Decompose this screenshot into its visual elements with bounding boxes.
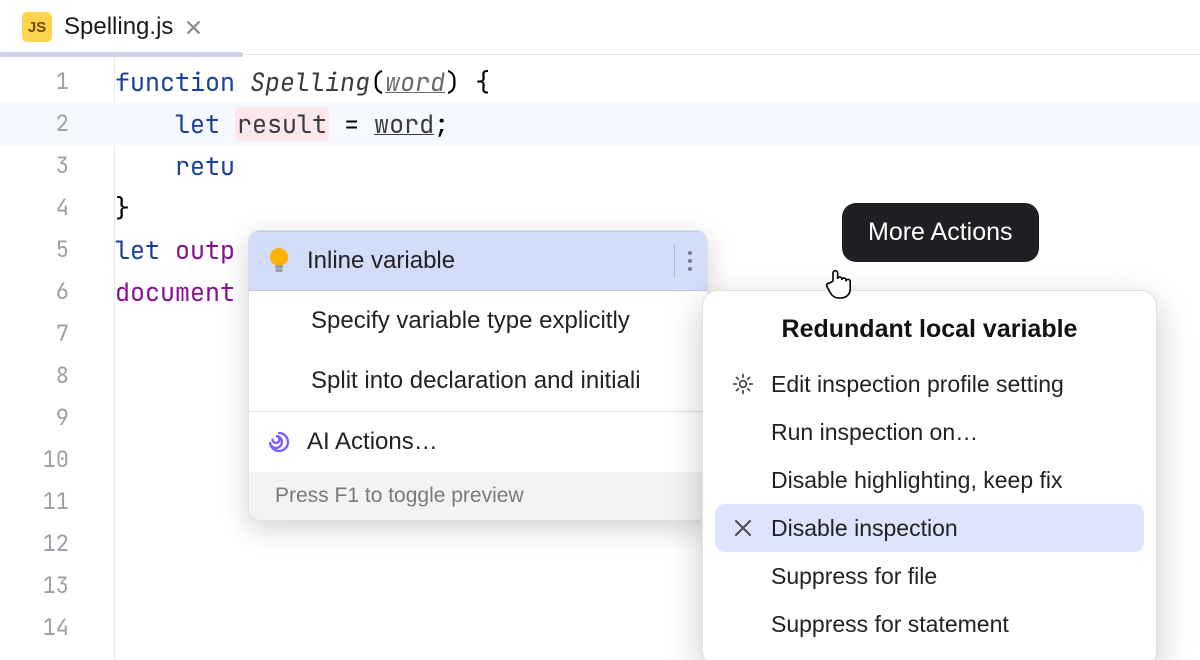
submenu-disable-highlighting[interactable]: Disable highlighting, keep fix — [715, 456, 1144, 504]
submenu-run-inspection[interactable]: Run inspection on… — [715, 408, 1144, 456]
editor-tab[interactable]: JS Spelling.js — [10, 0, 214, 54]
close-icon — [729, 514, 757, 542]
tab-title: Spelling.js — [64, 13, 173, 41]
line-number: 10 — [43, 439, 69, 481]
line-number: 8 — [56, 355, 69, 397]
line-number: 7 — [56, 313, 69, 355]
line-number: 12 — [43, 523, 69, 565]
intention-actions-popup: Inline variable Specify variable type ex… — [248, 230, 708, 521]
intention-item-label: Split into declaration and initiali — [311, 367, 641, 395]
javascript-file-icon: JS — [22, 12, 52, 42]
gutter-divider — [85, 55, 115, 660]
line-number: 4 — [56, 187, 69, 229]
code-line: retu — [115, 145, 1200, 187]
ai-actions-item[interactable]: AI Actions… — [249, 412, 707, 472]
line-number: 3 — [56, 145, 69, 187]
line-number: 2 — [56, 103, 69, 145]
close-icon[interactable] — [185, 19, 202, 36]
intention-item-split-declaration[interactable]: Split into declaration and initiali — [249, 351, 707, 411]
line-number: 1 — [56, 61, 69, 103]
code-line: function Spelling(word) { — [115, 61, 1200, 103]
ai-spiral-icon — [267, 430, 291, 454]
intention-item-inline-variable[interactable]: Inline variable — [249, 231, 707, 291]
gutter: 1 2 3 4 5 6 7 8 9 10 11 12 13 14 — [0, 55, 85, 660]
submenu-suppress-file[interactable]: Suppress for file — [715, 552, 1144, 600]
ai-actions-label: AI Actions… — [307, 428, 438, 456]
submenu-label: Run inspection on… — [771, 419, 978, 446]
code-line: let result = word; — [115, 103, 1200, 145]
submenu-suppress-statement[interactable]: Suppress for statement — [715, 600, 1144, 648]
submenu-disable-inspection[interactable]: Disable inspection — [715, 504, 1144, 552]
popup-footer-hint: Press F1 to toggle preview — [249, 472, 707, 520]
gear-icon — [729, 370, 757, 398]
line-number: 5 — [56, 229, 69, 271]
intention-item-specify-type[interactable]: Specify variable type explicitly — [249, 291, 707, 351]
tooltip-more-actions: More Actions — [842, 203, 1039, 262]
line-number: 6 — [56, 271, 69, 313]
intention-item-label: Inline variable — [307, 247, 455, 275]
editor-tab-strip: JS Spelling.js — [0, 0, 1200, 55]
inspection-submenu-popup: Redundant local variable Edit inspection… — [702, 290, 1157, 660]
line-number: 11 — [43, 481, 69, 523]
line-number: 9 — [56, 397, 69, 439]
line-number: 13 — [43, 565, 69, 607]
line-number: 14 — [43, 607, 69, 649]
submenu-label: Disable inspection — [771, 515, 958, 542]
submenu-title: Redundant local variable — [715, 315, 1144, 344]
submenu-label: Suppress for file — [771, 563, 937, 590]
submenu-label: Edit inspection profile setting — [771, 371, 1064, 398]
submenu-label: Disable highlighting, keep fix — [771, 467, 1063, 494]
submenu-label: Suppress for statement — [771, 611, 1009, 638]
submenu-edit-profile[interactable]: Edit inspection profile setting — [715, 360, 1144, 408]
lightbulb-icon — [267, 249, 291, 273]
more-actions-button[interactable] — [674, 244, 693, 278]
code-editor: 1 2 3 4 5 6 7 8 9 10 11 12 13 14 functio… — [0, 55, 1200, 660]
intention-item-label: Specify variable type explicitly — [311, 307, 630, 335]
